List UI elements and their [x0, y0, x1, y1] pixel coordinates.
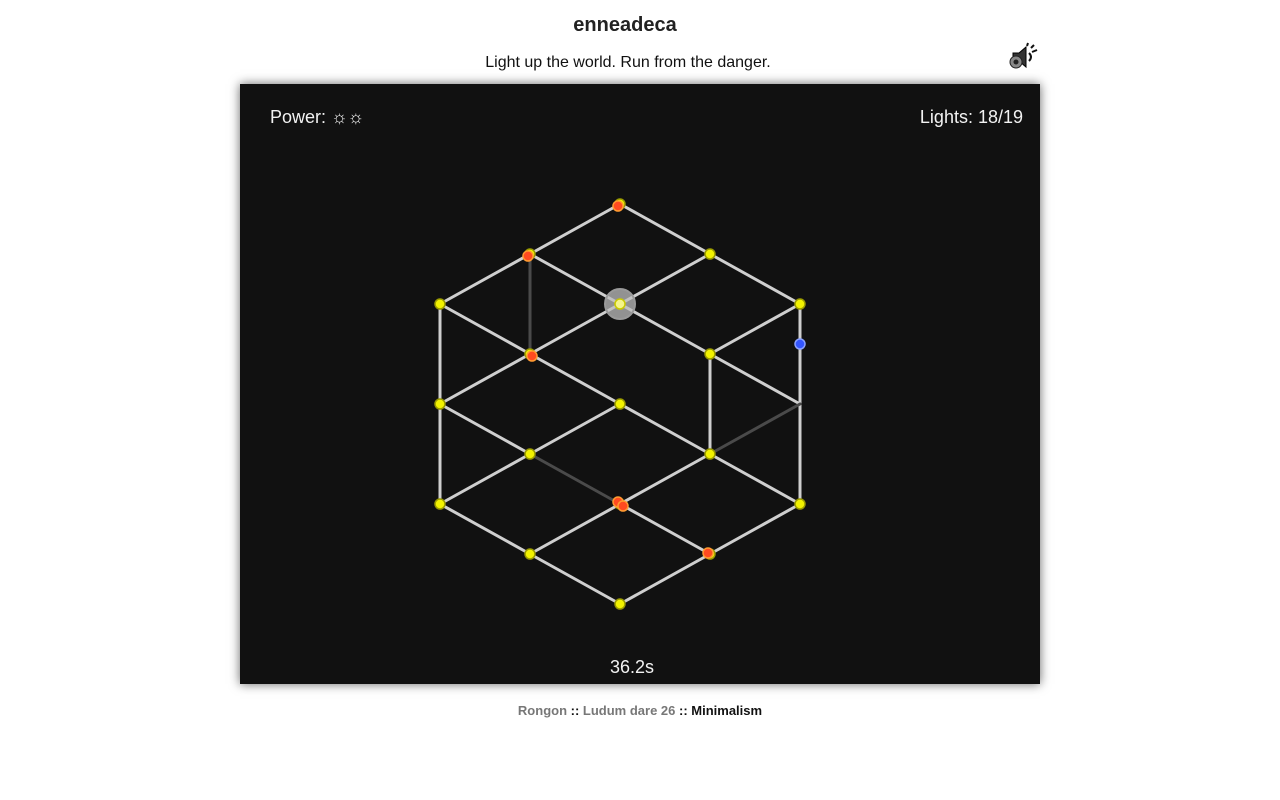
edge [708, 302, 802, 356]
node-lit [704, 448, 716, 460]
edge [528, 202, 622, 256]
event-link[interactable]: Ludum dare 26 [583, 703, 675, 718]
footer: Rongon :: Ludum dare 26 :: Minimalism [0, 703, 1280, 718]
edge [618, 552, 712, 606]
board-edges-dim [528, 252, 802, 506]
game-board[interactable] [240, 84, 1040, 684]
enemies [522, 200, 714, 559]
edge [708, 352, 802, 406]
node-lit [524, 548, 536, 560]
edge [528, 402, 622, 456]
node-lit [524, 448, 536, 460]
edge [618, 202, 712, 256]
edge-dim [708, 402, 802, 456]
page-title: enneadeca [573, 14, 677, 36]
edge [528, 552, 622, 606]
blue-marker [794, 338, 806, 350]
edge [438, 302, 532, 356]
node-lit [704, 248, 716, 260]
edge [438, 352, 532, 406]
edge [708, 252, 802, 306]
edge [708, 452, 802, 506]
author-link[interactable]: Rongon [518, 703, 567, 718]
page-subtitle: Light up the world. Run from the danger. [485, 54, 771, 71]
footer-separator: :: [675, 703, 692, 718]
edge-dim [528, 452, 622, 506]
node-lit [614, 398, 626, 410]
enemy-dot [522, 250, 534, 262]
node-lit [794, 298, 806, 310]
board-nodes [434, 198, 806, 610]
edge [618, 502, 712, 556]
node-lit [434, 498, 446, 510]
enemy-dot [526, 350, 538, 362]
edge [438, 452, 532, 506]
edge [438, 252, 532, 306]
game-canvas[interactable]: Power: ☼☼ Lights: 18/19 36.2s [240, 84, 1040, 684]
node-player [614, 298, 626, 310]
footer-separator: :: [567, 703, 583, 718]
node-lit [704, 348, 716, 360]
edge [438, 502, 532, 556]
enemy-dot [612, 200, 624, 212]
edge [618, 402, 712, 456]
edge [528, 352, 622, 406]
enemy-dot [702, 547, 714, 559]
sound-toggle-button[interactable] [1008, 42, 1038, 72]
edge [618, 452, 712, 506]
theme-label: Minimalism [691, 703, 763, 718]
node-lit [794, 498, 806, 510]
node-lit [614, 598, 626, 610]
enemy-dot [617, 500, 629, 512]
timer: 36.2s [609, 657, 655, 677]
edge [708, 502, 802, 556]
edge [438, 402, 532, 456]
speaker-icon [1009, 42, 1038, 69]
node-lit [434, 398, 446, 410]
node-lit [434, 298, 446, 310]
edge [528, 502, 622, 556]
